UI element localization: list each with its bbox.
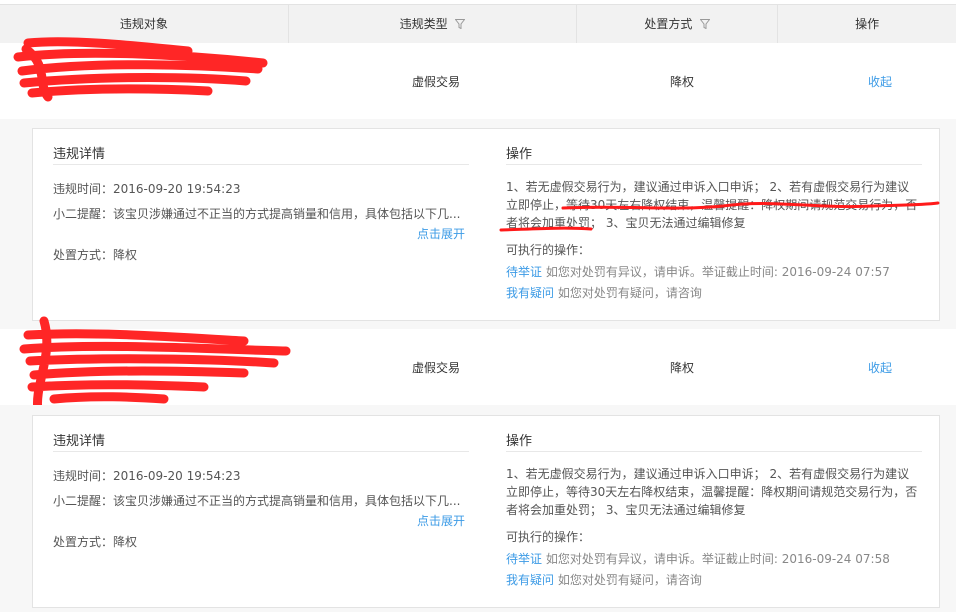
divider <box>53 164 469 165</box>
header-handling-method[interactable]: 处置方式 <box>576 5 777 43</box>
detail-handling-method-label: 处置方式： <box>53 248 114 262</box>
violation-time-value: 2016-09-20 19:54:23 <box>113 182 241 196</box>
header-action: 操作 <box>777 5 956 43</box>
question-link[interactable]: 我有疑问 <box>506 286 554 300</box>
filter-icon[interactable] <box>700 19 711 29</box>
pending-evidence-text: 如您对处罚有异议，请申诉。举证截止时间: 2016-09-24 07:57 <box>545 265 890 279</box>
expand-link[interactable]: 点击展开 <box>417 225 465 242</box>
violation-time-label: 违规时间： <box>53 182 114 196</box>
detail-panel: 违规详情 违规时间：2016-09-20 19:54:23 小二提醒：该宝贝涉嫌… <box>0 119 956 329</box>
question-row: 我有疑问 如您对处罚有疑问，请咨询 <box>506 571 702 588</box>
reminder: 小二提醒：该宝贝涉嫌通过不正当的方式提高销量和信用，具体包括以下几... <box>53 205 460 222</box>
reminder-text: 该宝贝涉嫌通过不正当的方式提高销量和信用，具体包括以下几... <box>113 207 461 221</box>
violation-time: 违规时间：2016-09-20 19:54:23 <box>53 467 240 484</box>
handling-method: 降权 <box>669 75 694 89</box>
question-text: 如您对处罚有疑问，请咨询 <box>557 573 702 587</box>
detail-box: 违规详情 违规时间：2016-09-20 19:54:23 小二提醒：该宝贝涉嫌… <box>32 128 940 321</box>
table-row: 虚假交易 降权 收起 <box>0 37 956 119</box>
detail-handling-method-value: 降权 <box>113 248 138 262</box>
annotation-underline <box>499 201 940 232</box>
reminder-label: 小二提醒： <box>53 494 114 508</box>
detail-handling-method-label: 处置方式： <box>53 535 114 549</box>
pending-evidence-row: 待举证 如您对处罚有异议，请申诉。举证截止时间: 2016-09-24 07:5… <box>506 550 890 567</box>
reminder-text: 该宝贝涉嫌通过不正当的方式提高销量和信用，具体包括以下几... <box>113 494 461 508</box>
handling-method: 降权 <box>669 361 694 375</box>
violation-type: 虚假交易 <box>411 361 460 375</box>
section-title-operations: 操作 <box>506 147 533 162</box>
detail-box: 违规详情 违规时间：2016-09-20 19:54:23 小二提醒：该宝贝涉嫌… <box>32 415 940 608</box>
ops-description-line-3: 者将会加重处罚； 3、宝贝无法通过编辑修复 <box>506 503 746 517</box>
violation-time: 违规时间：2016-09-20 19:54:23 <box>53 180 240 197</box>
divider <box>53 451 469 452</box>
divider <box>506 164 922 165</box>
section-title-operations: 操作 <box>506 434 533 449</box>
question-link[interactable]: 我有疑问 <box>506 573 554 587</box>
available-actions-label: 可执行的操作： <box>506 243 591 257</box>
section-title-violation-details: 违规详情 <box>53 434 106 449</box>
divider <box>506 451 922 452</box>
detail-handling-method: 处置方式：降权 <box>53 246 137 263</box>
available-actions-label: 可执行的操作： <box>506 530 591 544</box>
header-handling-method-label: 处置方式 <box>644 17 693 31</box>
pending-evidence-text: 如您对处罚有异议，请申诉。举证截止时间: 2016-09-24 07:58 <box>545 552 890 566</box>
ops-description-line-2: 立即停止，等待30天左右降权结束，温馨提醒：降权期间请规范交易行为，否 <box>506 485 918 499</box>
expand-link[interactable]: 点击展开 <box>417 512 465 529</box>
detail-handling-method: 处置方式：降权 <box>53 533 137 550</box>
collapse-link[interactable]: 收起 <box>856 73 904 90</box>
collapse-link[interactable]: 收起 <box>856 359 904 376</box>
violation-type: 虚假交易 <box>411 75 460 89</box>
ops-description-line-1: 1、若无虚假交易行为，建议通过申诉入口申诉； 2、若有虚假交易行为建议 <box>506 467 910 481</box>
pending-evidence-link[interactable]: 待举证 <box>506 552 542 566</box>
question-text: 如您对处罚有疑问，请咨询 <box>557 286 702 300</box>
reminder: 小二提醒：该宝贝涉嫌通过不正当的方式提高销量和信用，具体包括以下几... <box>53 492 460 509</box>
violation-time-label: 违规时间： <box>53 469 114 483</box>
header-violation-type-label: 违规类型 <box>399 17 448 31</box>
detail-panel: 违规详情 违规时间：2016-09-20 19:54:23 小二提醒：该宝贝涉嫌… <box>0 405 956 612</box>
section-title-violation-details: 违规详情 <box>53 147 106 162</box>
table-row: 虚假交易 降权 收起 <box>0 316 956 416</box>
pending-evidence-row: 待举证 如您对处罚有异议，请申诉。举证截止时间: 2016-09-24 07:5… <box>506 263 890 280</box>
pending-evidence-link[interactable]: 待举证 <box>506 265 542 279</box>
redaction-scribble <box>19 316 291 416</box>
header-violation-type[interactable]: 违规类型 <box>287 5 577 43</box>
detail-handling-method-value: 降权 <box>113 535 138 549</box>
question-row: 我有疑问 如您对处罚有疑问，请咨询 <box>506 284 702 301</box>
filter-icon[interactable] <box>455 19 466 29</box>
violation-time-value: 2016-09-20 19:54:23 <box>113 469 241 483</box>
reminder-label: 小二提醒： <box>53 207 114 221</box>
redaction-scribble <box>13 37 268 102</box>
